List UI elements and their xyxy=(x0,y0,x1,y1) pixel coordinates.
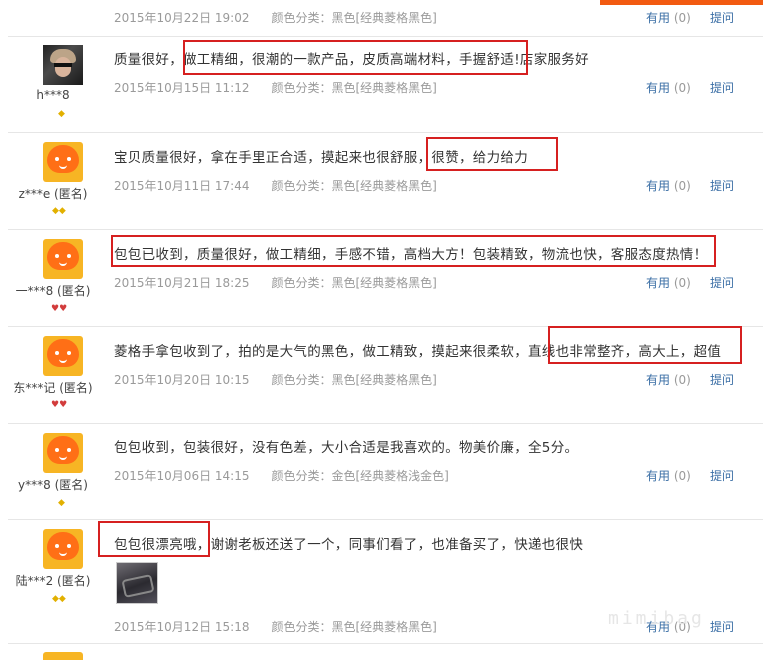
review-meta: 2015年10月21日 18:25 颜色分类：黑色[经典菱格黑色] xyxy=(114,274,437,291)
useful-button[interactable]: 有用 (0) xyxy=(646,371,691,388)
review-date: 2015年10月12日 15:18 xyxy=(114,620,250,634)
review-date: 2015年10月15日 11:12 xyxy=(114,81,250,95)
review-date: 2015年10月06日 14:15 xyxy=(114,469,250,483)
reviewer-name: y***8 (匿名) xyxy=(18,478,88,492)
highlight-box xyxy=(548,326,742,364)
review-date: 2015年10月22日 19:02 xyxy=(114,11,250,25)
highlight-box xyxy=(426,137,558,171)
rank-badge-icon: ◆◆ xyxy=(52,206,66,216)
review-color: 颜色分类：黑色[经典菱格黑色] xyxy=(271,81,437,95)
ask-button[interactable]: 提问 xyxy=(710,371,734,388)
review-color: 颜色分类：黑色[经典菱格黑色] xyxy=(271,276,437,290)
review-meta: 2015年10月20日 10:15 颜色分类：黑色[经典菱格黑色] xyxy=(114,371,437,388)
useful-button[interactable]: 有用 (0) xyxy=(646,177,691,194)
review-meta: 2015年10月22日 19:02 颜色分类：黑色[经典菱格黑色] xyxy=(114,9,437,26)
reviewer-name: 东***记 (匿名) xyxy=(13,381,93,395)
review-item-partial: 2015年10月22日 19:02 颜色分类：黑色[经典菱格黑色] 有用 (0) … xyxy=(8,0,763,37)
review-meta: 2015年10月12日 15:18 颜色分类：黑色[经典菱格黑色] xyxy=(114,618,437,635)
review-date: 2015年10月11日 17:44 xyxy=(114,179,250,193)
ask-button[interactable]: 提问 xyxy=(710,177,734,194)
ask-button[interactable]: 提问 xyxy=(710,467,734,484)
highlight-box xyxy=(183,40,528,75)
rank-badge-icon: ◆ xyxy=(58,498,65,508)
useful-button[interactable]: 有用 (0) xyxy=(646,274,691,291)
rank-badge-icon: ♥♥ xyxy=(51,304,68,314)
rank-badge-icon: ◆◆ xyxy=(52,594,66,604)
review-item: 一***8 (匿名) ♥♥ 包包已收到，质量很好，做工精细，手感不错，高档大方！… xyxy=(8,229,763,327)
avatar xyxy=(43,336,83,376)
review-color: 颜色分类：黑色[经典菱格黑色] xyxy=(271,620,437,634)
review-item: y***8 (匿名) ◆ 包包收到，包装很好，没有色差，大小合适是我喜欢的。物美… xyxy=(8,423,763,520)
review-meta: 2015年10月15日 11:12 颜色分类：黑色[经典菱格黑色] xyxy=(114,79,437,96)
avatar-partial xyxy=(43,652,83,660)
review-color: 颜色分类：黑色[经典菱格黑色] xyxy=(271,11,437,25)
review-date: 2015年10月21日 18:25 xyxy=(114,276,250,290)
reviewer-name: 一***8 (匿名) xyxy=(15,284,91,298)
review-photo-thumbnail[interactable] xyxy=(116,562,158,604)
review-text: 包包收到，包装很好，没有色差，大小合适是我喜欢的。物美价廉，全5分。 xyxy=(114,440,579,456)
avatar xyxy=(43,45,83,85)
ask-button[interactable]: 提问 xyxy=(710,274,734,291)
avatar xyxy=(43,239,83,279)
review-item: z***e (匿名) ◆◆ 宝贝质量很好，拿在手里正合适，摸起来也很舒服，很赞，… xyxy=(8,132,763,230)
rank-badge-icon: ◆ xyxy=(58,109,65,119)
ask-button[interactable]: 提问 xyxy=(710,9,734,26)
review-color: 颜色分类：金色[经典菱格浅金色] xyxy=(271,469,449,483)
review-meta: 2015年10月11日 17:44 颜色分类：黑色[经典菱格黑色] xyxy=(114,177,437,194)
review-item: 东***记 (匿名) ♥♥ 菱格手拿包收到了，拍的是大气的黑色，做工精致，摸起来… xyxy=(8,326,763,424)
review-item: h***8 ◆ 质量很好，做工精细，很潮的一款产品，皮质高端材料，手握舒适!店家… xyxy=(8,36,763,133)
ask-button[interactable]: 提问 xyxy=(710,618,734,635)
review-date: 2015年10月20日 10:15 xyxy=(114,373,250,387)
useful-button[interactable]: 有用 (0) xyxy=(646,9,691,26)
reviewer-name: h***8 xyxy=(36,88,70,102)
review-meta: 2015年10月06日 14:15 颜色分类：金色[经典菱格浅金色] xyxy=(114,467,449,484)
highlight-box xyxy=(98,521,210,557)
useful-button[interactable]: 有用 (0) xyxy=(646,79,691,96)
review-color: 颜色分类：黑色[经典菱格黑色] xyxy=(271,179,437,193)
reviewer-name: z***e (匿名) xyxy=(18,187,88,201)
rank-badge-icon: ♥♥ xyxy=(51,400,68,410)
useful-button[interactable]: 有用 (0) xyxy=(646,467,691,484)
watermark-text: mimibag xyxy=(608,608,705,629)
avatar xyxy=(43,433,83,473)
avatar xyxy=(43,529,83,569)
ask-button[interactable]: 提问 xyxy=(710,79,734,96)
highlight-box xyxy=(111,235,716,267)
review-color: 颜色分类：黑色[经典菱格黑色] xyxy=(271,373,437,387)
reviewer-name: 陆***2 (匿名) xyxy=(15,574,91,588)
avatar xyxy=(43,142,83,182)
